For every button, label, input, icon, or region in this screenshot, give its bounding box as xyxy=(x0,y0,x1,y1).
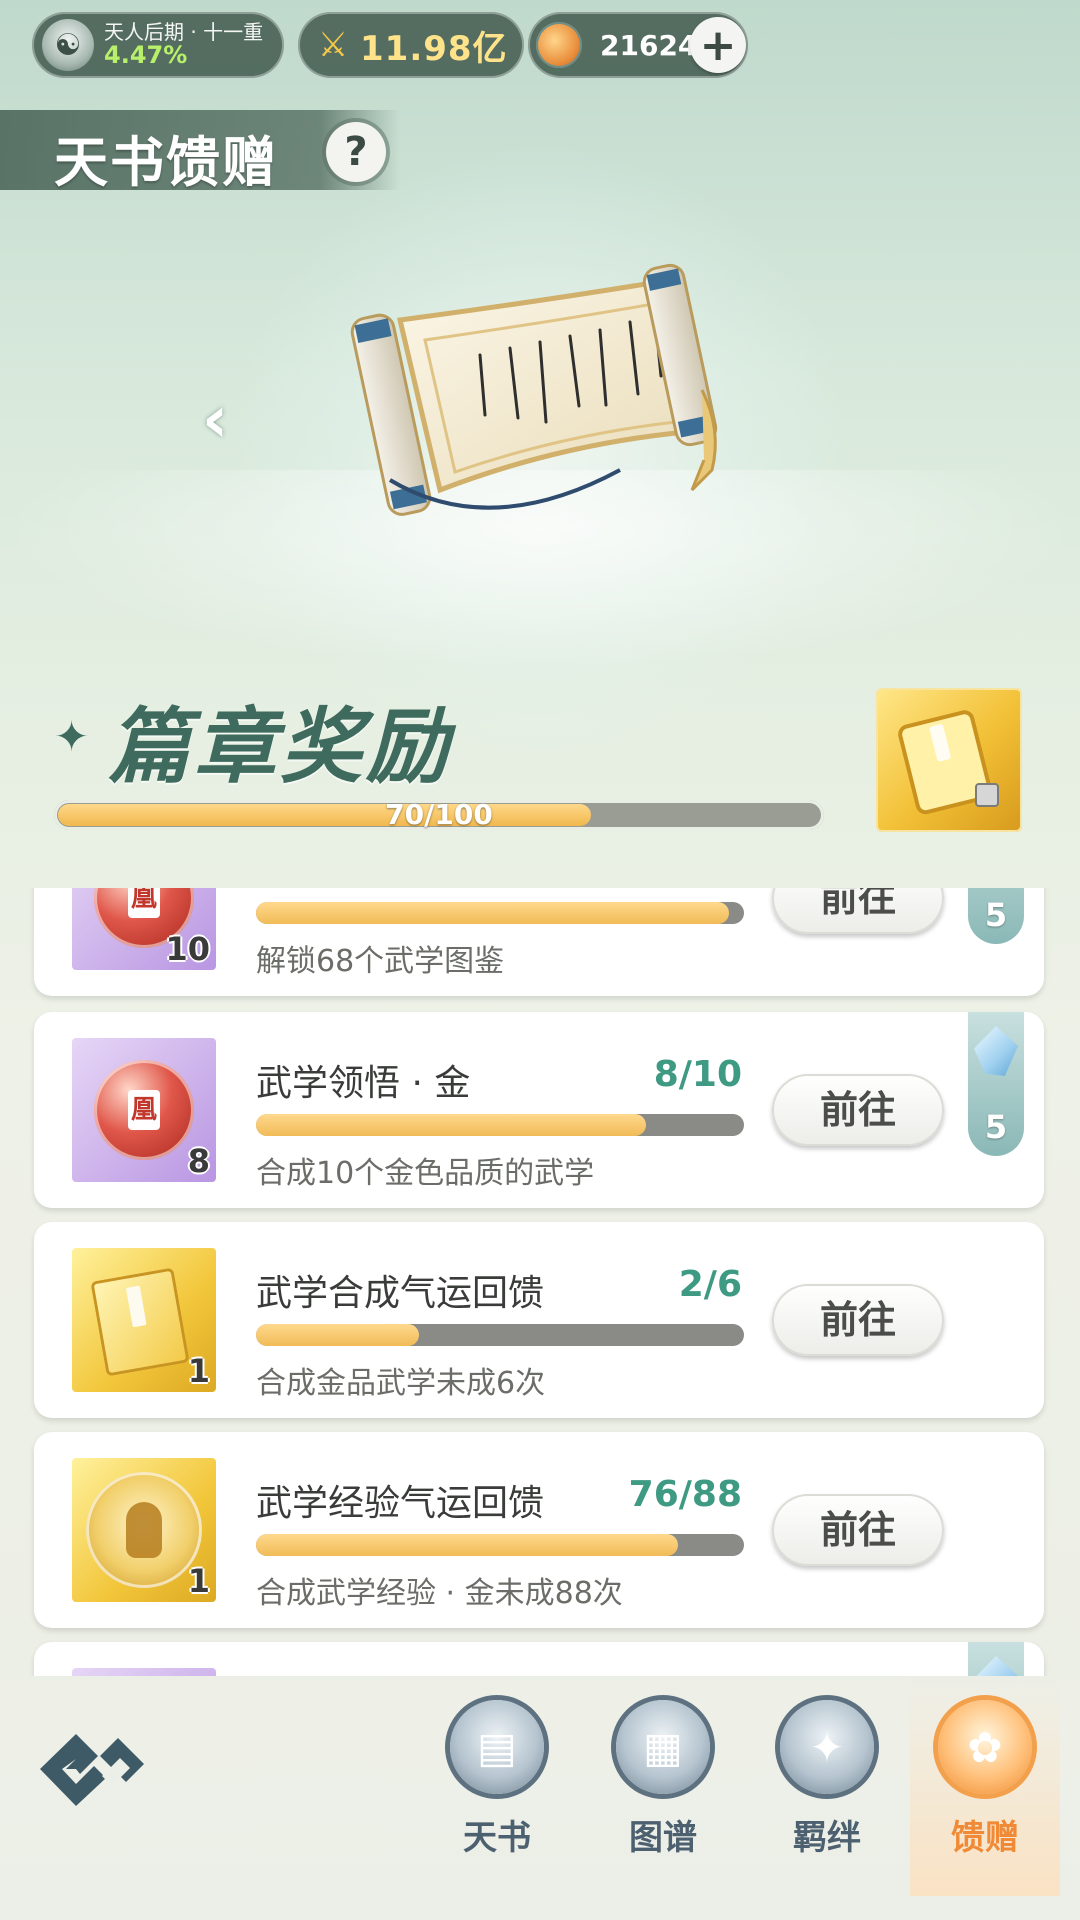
task-progress-text: 8/10 xyxy=(653,1054,742,1095)
rank-badge[interactable]: ☯ 天人后期 · 十一重 4.47% xyxy=(32,12,284,78)
task-reward-icon[interactable]: 1 xyxy=(72,1458,216,1602)
coin-value: 21624 xyxy=(600,28,698,62)
nav-label: 馈赠 xyxy=(951,1818,1019,1858)
combat-power[interactable]: ⚔ 11.98亿 xyxy=(298,12,524,78)
golden-book-icon xyxy=(90,1267,190,1377)
task-card: 凰 8 武学领悟 · 金 8/10 合成10个金色品质的武学 前往 5 xyxy=(34,1012,1044,1208)
page-title: 天书馈赠 xyxy=(54,131,278,194)
task-card: 1 武学经验气运回馈 76/88 合成武学经验 · 金未成88次 前往 xyxy=(34,1432,1044,1628)
nav-label: 天书 xyxy=(463,1818,531,1858)
task-name: 武学经验气运回馈 xyxy=(256,1483,545,1524)
crystal-gem-icon xyxy=(974,1656,1018,1676)
rank-title: 天人后期 · 十一重 xyxy=(104,19,264,44)
map-icon: ▦ xyxy=(616,1700,710,1794)
task-reward-icon[interactable]: 凰 10 xyxy=(72,888,216,970)
chapter-progress-bar: 70/100 xyxy=(54,800,824,830)
task-description: 解锁68个武学图鉴 xyxy=(256,944,505,979)
task-progress-bar xyxy=(256,1114,744,1136)
task-card-partial xyxy=(34,1642,1044,1676)
gift-bag-icon: ✿ xyxy=(938,1700,1032,1794)
prev-arrow-button[interactable]: ‹ xyxy=(190,388,240,452)
bonus-count: 5 xyxy=(984,896,1008,934)
item-count: 10 xyxy=(165,930,210,968)
crossed-swords-icon: ⚔ xyxy=(317,25,349,65)
item-count: 8 xyxy=(187,1142,210,1180)
question-icon: ? xyxy=(344,129,368,175)
crystal-gem-icon xyxy=(974,1026,1018,1076)
go-button[interactable]: 前往 xyxy=(772,1494,944,1566)
task-progress-fill xyxy=(256,1324,419,1346)
power-value: 11.98亿 xyxy=(360,28,508,69)
book-icon: ▤ xyxy=(450,1700,544,1794)
red-orb-icon: 凰 xyxy=(94,1060,194,1160)
task-progress-bar xyxy=(256,902,744,924)
nav-tab-bond[interactable]: ✦ 羁绊 xyxy=(752,1700,902,1858)
task-progress-fill xyxy=(256,902,730,924)
task-progress-fill xyxy=(256,1114,647,1136)
item-count: 1 xyxy=(187,1562,210,1600)
home-logo-icon[interactable] xyxy=(36,1726,148,1812)
task-progress-text: 76/88 xyxy=(628,1474,742,1515)
avatar-icon: ☯ xyxy=(42,19,94,71)
chapter-title: 篇章奖励 xyxy=(108,700,452,795)
nav-tab-gift[interactable]: ✿ 馈赠 xyxy=(910,1676,1060,1896)
bonus-tag xyxy=(968,1642,1024,1676)
handshake-icon: ✦ xyxy=(780,1700,874,1794)
rank-percent: 4.47% xyxy=(104,40,188,69)
item-count: 1 xyxy=(187,1352,210,1390)
add-currency-button[interactable]: + xyxy=(690,17,746,73)
nav-label: 羁绊 xyxy=(793,1818,861,1858)
go-button[interactable]: 前往 xyxy=(772,1074,944,1146)
bonus-tag: 5 xyxy=(968,1012,1024,1156)
meditating-figure-icon xyxy=(86,1472,202,1588)
chapter-reward-item[interactable] xyxy=(876,688,1022,832)
nav-tab-map[interactable]: ▦ 图谱 xyxy=(588,1700,738,1858)
task-card: 凰 10 解锁68个武学图鉴 前往 5 xyxy=(34,888,1044,996)
golden-book-icon xyxy=(898,710,999,815)
task-card: 1 武学合成气运回馈 2/6 合成金品武学未成6次 前往 xyxy=(34,1222,1044,1418)
task-progress-text: 2/6 xyxy=(678,1264,742,1305)
task-list[interactable]: 凰 10 解锁68个武学图鉴 前往 5 凰 8 武学领悟 · 金 8/10 合成… xyxy=(0,888,1080,1676)
task-reward-icon[interactable]: 凰 8 xyxy=(72,1038,216,1182)
task-progress-bar xyxy=(256,1534,744,1556)
nav-tab-book[interactable]: ▤ 天书 xyxy=(422,1700,572,1858)
task-reward-icon[interactable]: 1 xyxy=(72,1248,216,1392)
task-progress-fill xyxy=(256,1534,678,1556)
nav-label: 图谱 xyxy=(629,1818,697,1858)
currency-coins[interactable]: 21624 + xyxy=(528,12,748,78)
task-description: 合成武学经验 · 金未成88次 xyxy=(256,1576,623,1611)
go-button[interactable]: 前往 xyxy=(772,888,944,934)
go-button[interactable]: 前往 xyxy=(772,1284,944,1356)
coin-icon xyxy=(536,22,582,68)
scroll-icon xyxy=(350,263,718,516)
task-progress-bar xyxy=(256,1324,744,1346)
task-reward-icon[interactable] xyxy=(72,1668,216,1676)
task-description: 合成金品武学未成6次 xyxy=(256,1366,546,1401)
task-name: 武学合成气运回馈 xyxy=(256,1273,545,1314)
bonus-tag: 5 xyxy=(968,888,1024,944)
plus-icon: + xyxy=(699,19,737,71)
sparkle-icon: ✦ xyxy=(54,712,90,761)
chapter-progress-text: 70/100 xyxy=(385,798,493,831)
bonus-count: 5 xyxy=(984,1108,1008,1146)
help-button[interactable]: ? xyxy=(326,122,386,182)
task-name: 武学领悟 · 金 xyxy=(256,1063,471,1104)
task-description: 合成10个金色品质的武学 xyxy=(256,1156,595,1191)
